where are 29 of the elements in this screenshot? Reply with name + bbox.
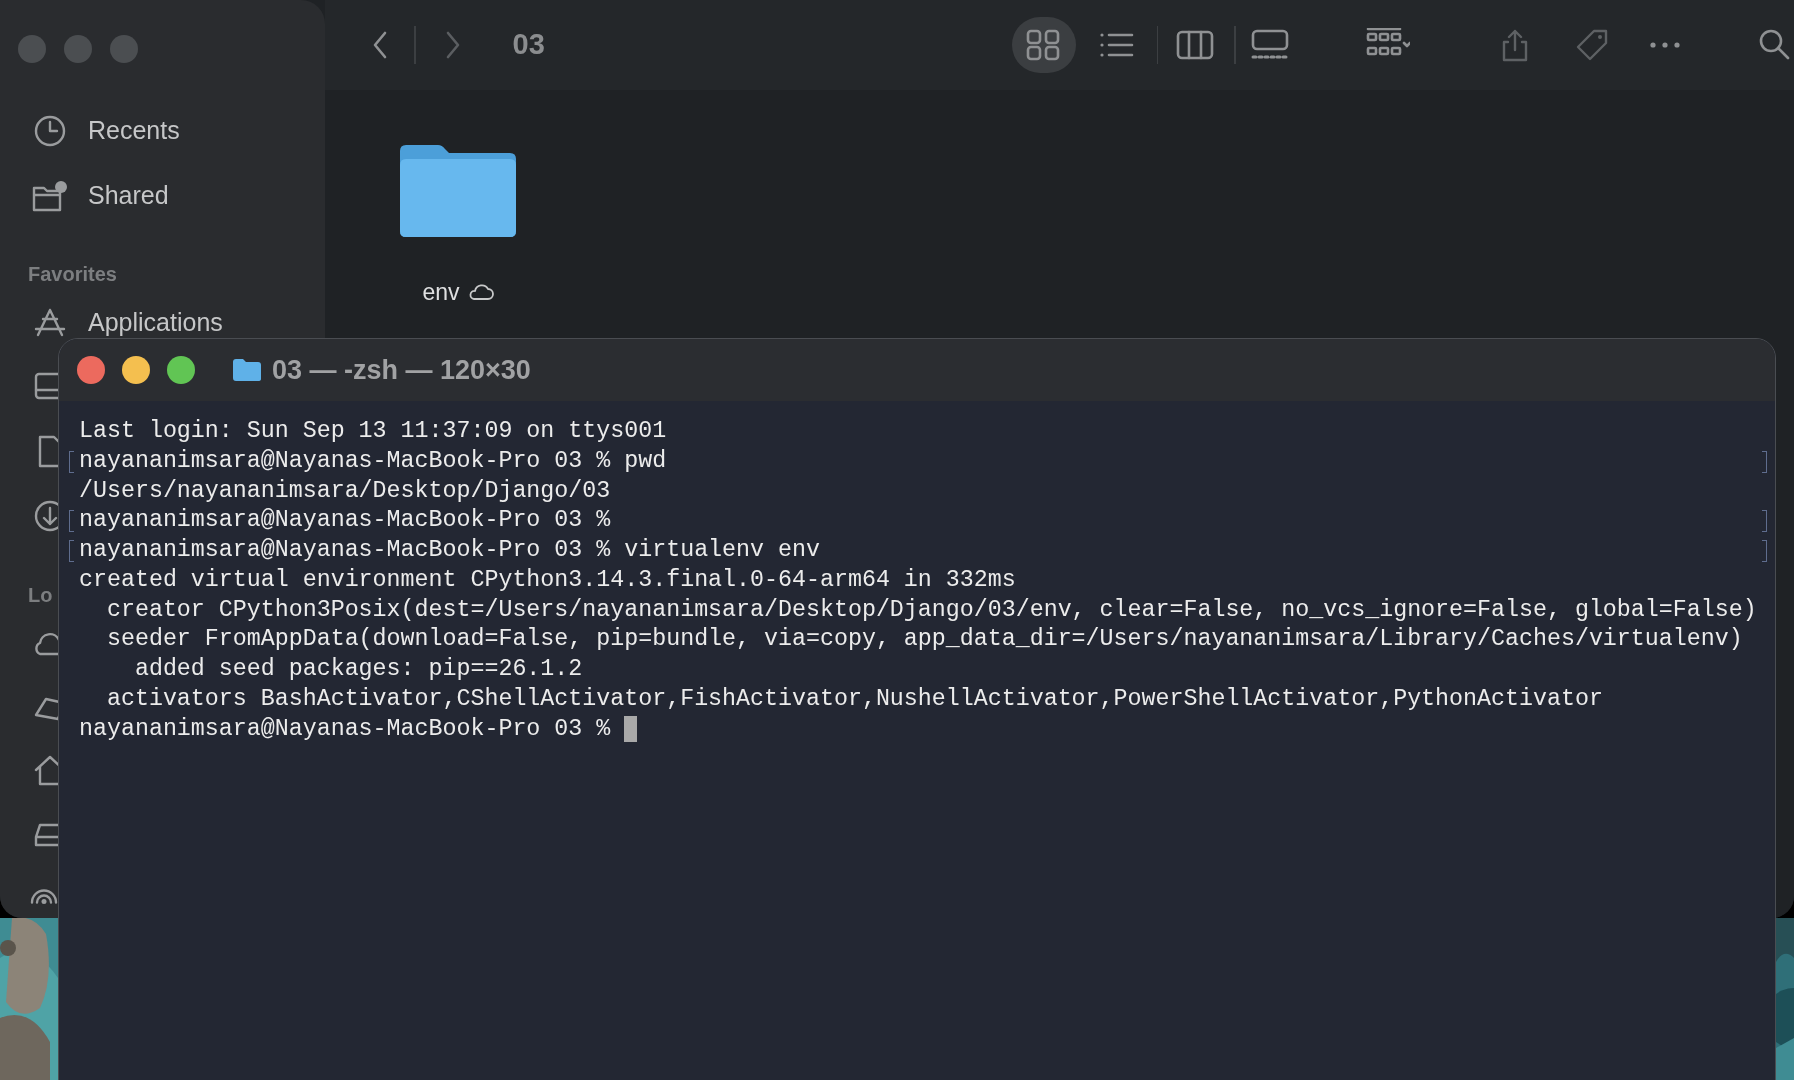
terminal-line: /Users/nayananimsara/Desktop/Django/03 <box>79 476 611 506</box>
terminal-line: Last login: Sun Sep 13 11:37:09 on ttys001 <box>79 417 667 446</box>
terminal-line: nayananimsara@Nayanas-MacBook-Pro 03 % <box>79 506 611 536</box>
section-header: Favorites <box>28 261 117 286</box>
section-header: Lo <box>28 582 53 607</box>
terminal-line: nayananimsara@Nayanas-MacBook-Pro 03 % pwd <box>79 446 667 476</box>
window-title: 03 — -zsh — 120×30 <box>272 353 531 387</box>
terminal-line: seeder FromAppData(download=False, pip=bundle, via=copy, app_data_dir=/Users/nayananimsara/Library/Caches/virtualenv) <box>105 625 1743 655</box>
airdrop-icon <box>30 887 58 904</box>
search-icon <box>1757 28 1790 62</box>
terminal-line: added seed packages: pip==26.1.2 <box>133 655 583 684</box>
terminal-line: nayananimsara@Nayanas-MacBook-Pro 03 % <box>79 714 611 744</box>
columns-icon <box>1175 28 1216 62</box>
sidebar-item[interactable]: Shared <box>0 175 325 216</box>
terminal-line: activators BashActivator,CShellActivator,FishActivator,NushellActivator,PowerShellActivator,PythonActivator <box>105 684 1603 714</box>
folder-icon[interactable] <box>398 143 518 239</box>
minimize-button[interactable] <box>122 356 150 384</box>
close-button[interactable] <box>77 356 105 384</box>
terminal-line: creator CPython3Posix(dest=/Users/nayananimsara/Desktop/Django/03/env, clear=False, no_vcs_ignore=False, global=False) <box>105 595 1757 625</box>
file-name[interactable]: env <box>422 275 460 310</box>
folder-icon <box>232 358 262 382</box>
terminal-line: created virtual environment CPython3.14.3.final.0-64-arm64 in 332ms <box>79 565 1016 595</box>
sidebar-item[interactable]: Recents <box>0 110 325 151</box>
folder-title: 03 <box>512 27 545 63</box>
icon-view-button[interactable] <box>1011 17 1076 73</box>
more-icon <box>1647 41 1682 49</box>
terminal-line: nayananimsara@Nayanas-MacBook-Pro 03 % virtualenv env <box>79 536 820 565</box>
sidebar-item[interactable]: Applications <box>0 306 325 339</box>
zoom-button[interactable] <box>167 356 195 384</box>
